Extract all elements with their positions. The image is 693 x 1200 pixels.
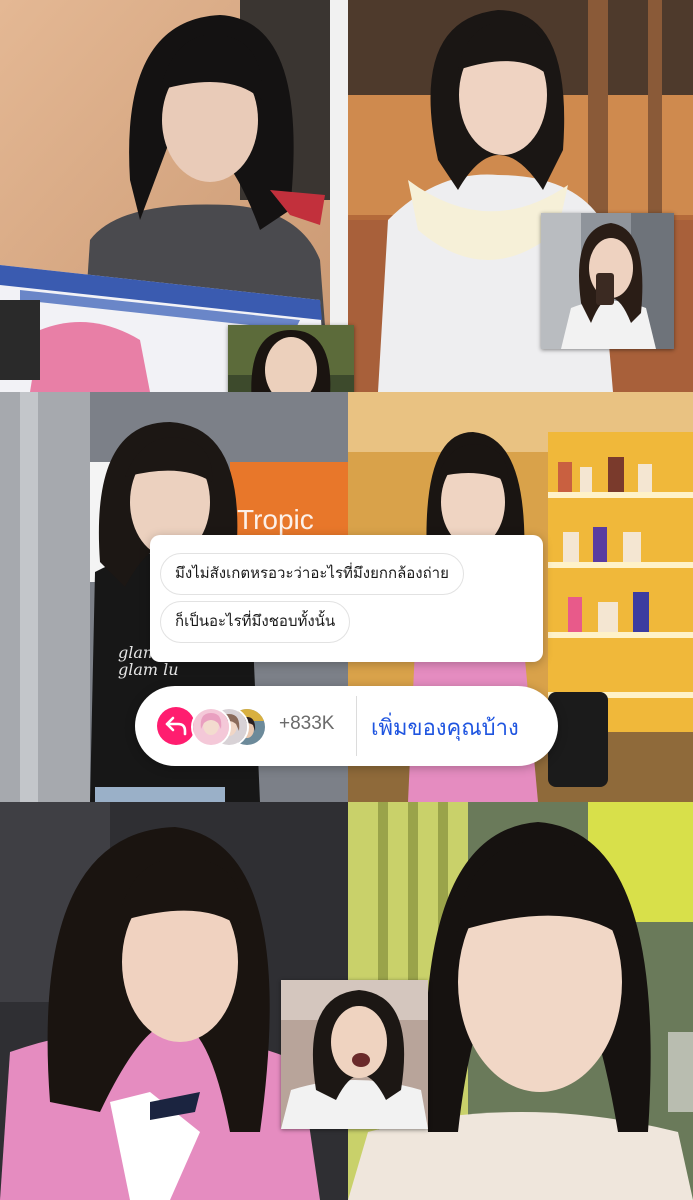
- inset-photo-coffee: [541, 213, 674, 349]
- participant-count: +833K: [279, 713, 335, 734]
- reply-button[interactable]: [157, 707, 195, 745]
- divider: [356, 696, 357, 756]
- inset-photo-screaming: [281, 980, 428, 1129]
- add-yours-button[interactable]: เพิ่มของคุณบ้าง: [371, 710, 519, 745]
- add-yours-bar[interactable]: +833K เพิ่มของคุณบ้าง: [135, 686, 558, 766]
- store-sign-text: Tropic: [237, 504, 314, 535]
- reply-arrow-icon: [165, 716, 187, 736]
- question-sticker[interactable]: มึงไม่สังเกตหรอวะว่าอะไรที่มึงยกกล้องถ่า…: [150, 535, 543, 662]
- question-line-2: ก็เป็นอะไรที่มึงชอบทั้งนั้น: [160, 601, 351, 643]
- participant-avatar-1: [191, 707, 231, 747]
- question-line-1: มึงไม่สังเกตหรอวะว่าอะไรที่มึงยกกล้องถ่า…: [160, 553, 464, 595]
